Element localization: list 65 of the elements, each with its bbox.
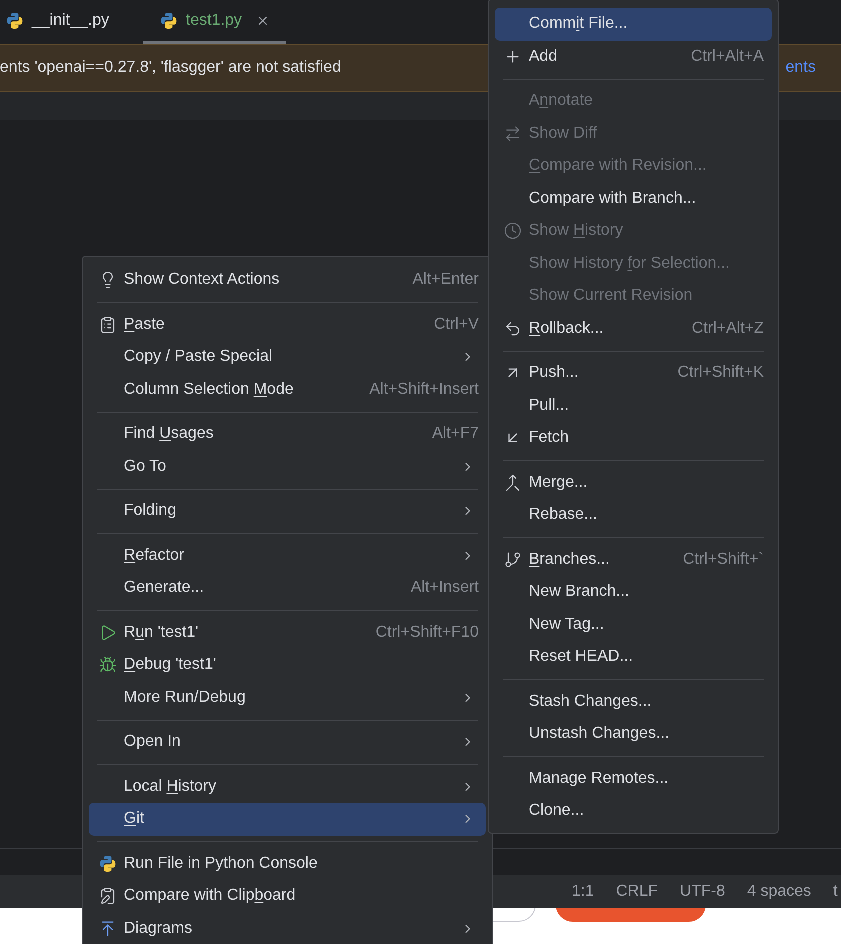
menu-item[interactable]: Find Usages Alt+F7 xyxy=(89,418,486,450)
menu-item[interactable]: Rebase... xyxy=(495,499,772,532)
play-icon xyxy=(99,624,117,642)
menu-item[interactable]: New Tag... xyxy=(495,608,772,641)
undo-icon xyxy=(504,320,522,338)
menu-item[interactable]: Add Ctrl+Alt+A xyxy=(495,40,772,73)
menu-item[interactable]: Manage Remotes... xyxy=(495,762,772,795)
status-item[interactable]: CRLF xyxy=(616,880,658,904)
status-item[interactable]: t xyxy=(833,880,838,904)
clipboard-compare-icon xyxy=(99,887,117,906)
menu-item[interactable]: Compare with Branch... xyxy=(495,182,772,215)
clipboard-icon xyxy=(99,316,117,334)
diagram-icon xyxy=(99,920,117,938)
shortcut-text: Ctrl+Shift+` xyxy=(683,550,764,570)
shortcut-text: Alt+Insert xyxy=(410,578,479,598)
python-icon xyxy=(6,12,24,30)
shortcut-text: Ctrl+V xyxy=(434,314,479,335)
menu-item[interactable]: Pull... xyxy=(495,390,772,422)
menu-item[interactable]: Clone... xyxy=(495,795,772,828)
menu-item[interactable]: More Run/Debug xyxy=(89,682,486,714)
menu-item[interactable]: Run File in Python Console xyxy=(89,848,486,880)
status-item[interactable]: 1:1 xyxy=(572,880,594,904)
menu-item[interactable]: Folding xyxy=(89,495,486,528)
shortcut-text: Alt+Shift+Insert xyxy=(370,380,479,400)
clock-icon xyxy=(504,222,522,240)
banner-message: ents 'openai==0.27.8', 'flasgger' are not satisfied xyxy=(0,58,342,78)
status-item[interactable]: 4 spaces xyxy=(747,880,812,904)
menu-item[interactable]: Refactor xyxy=(89,540,486,572)
menu-item[interactable]: Generate... Alt+Insert xyxy=(89,572,486,604)
shortcut-text: Ctrl+Alt+Z xyxy=(692,318,764,339)
branch-icon xyxy=(504,550,522,569)
menu-item[interactable]: Go To xyxy=(89,450,486,483)
shortcut-text: Ctrl+Shift+F10 xyxy=(376,622,479,643)
menu-item[interactable]: Local History xyxy=(89,770,486,803)
menu-item[interactable]: Git xyxy=(89,803,486,836)
menu-item[interactable]: Show Context Actions Alt+Enter xyxy=(89,264,486,296)
menu-item[interactable]: Debug 'test1' xyxy=(89,649,486,682)
shortcut-text: Alt+F7 xyxy=(432,424,479,444)
menu-item[interactable]: Run 'test1' Ctrl+Shift+F10 xyxy=(89,616,486,649)
menu-item[interactable]: Branches... Ctrl+Shift+` xyxy=(495,544,772,576)
menu-item[interactable]: Rollback... Ctrl+Alt+Z xyxy=(495,312,772,345)
python-icon xyxy=(160,12,178,30)
shortcut-text: Ctrl+Shift+K xyxy=(678,363,764,384)
menu-item[interactable]: New Branch... xyxy=(495,576,772,608)
menu-item[interactable]: Paste Ctrl+V xyxy=(89,308,486,341)
merge-icon xyxy=(504,474,522,492)
menu-item[interactable]: Copy / Paste Special xyxy=(89,341,486,374)
shortcut-text: Alt+Enter xyxy=(412,270,479,290)
diff-icon xyxy=(504,124,522,143)
menu-item[interactable]: Push... Ctrl+Shift+K xyxy=(495,357,772,390)
menu-item[interactable]: Unstash Changes... xyxy=(495,718,772,750)
menu-item[interactable]: Open In xyxy=(89,726,486,758)
banner-link[interactable]: ents xyxy=(786,56,816,80)
menu-item[interactable]: Compare with Clipboard xyxy=(89,880,486,912)
bug-icon xyxy=(99,656,117,674)
status-item[interactable]: UTF-8 xyxy=(680,880,726,904)
python-icon xyxy=(99,854,117,873)
menu-item[interactable]: Stash Changes... xyxy=(495,686,772,718)
menu-item[interactable]: Column Selection Mode Alt+Shift+Insert xyxy=(89,374,486,406)
menu-item[interactable]: Merge... xyxy=(495,466,772,499)
editor-tab[interactable]: __init__.py xyxy=(0,0,143,44)
shortcut-text: Ctrl+Alt+A xyxy=(691,46,764,67)
menu-item[interactable]: Fetch xyxy=(495,422,772,454)
menu-item[interactable]: Reset HEAD... xyxy=(495,641,772,674)
menu-item[interactable]: Commit File... xyxy=(495,8,772,40)
